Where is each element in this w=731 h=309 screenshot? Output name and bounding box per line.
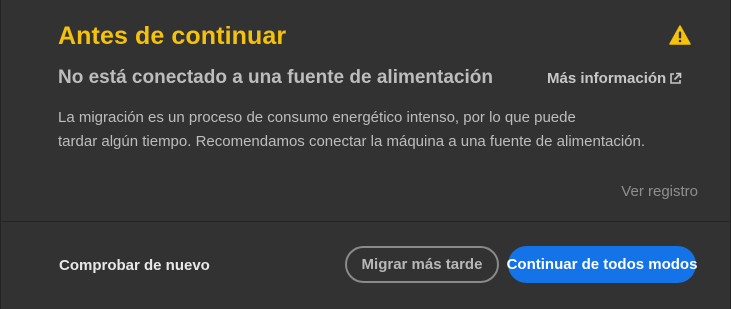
warning-icon	[669, 25, 691, 45]
dialog-message-line: tardar algún tiempo. Recomendamos conect…	[58, 133, 646, 150]
dialog-message-line: La migración es un proceso de consumo en…	[58, 109, 576, 126]
check-again-button[interactable]: Comprobar de nuevo	[59, 257, 210, 274]
external-link-icon	[670, 72, 682, 84]
view-log-link[interactable]: Ver registro	[621, 183, 698, 200]
footer-divider	[1, 221, 730, 222]
dialog-message: La migración es un proceso de consumo en…	[58, 106, 708, 154]
dialog-title: Antes de continuar	[58, 22, 287, 50]
power-warning-dialog: Antes de continuar No está conectado a u…	[0, 0, 731, 309]
dialog-subtitle: No está conectado a una fuente de alimen…	[58, 67, 493, 88]
more-info-link[interactable]: Más información	[547, 70, 682, 87]
more-info-label: Más información	[547, 70, 667, 87]
migrate-later-button[interactable]: Migrar más tarde	[345, 246, 499, 283]
continue-anyway-button[interactable]: Continuar de todos modos	[507, 246, 697, 283]
